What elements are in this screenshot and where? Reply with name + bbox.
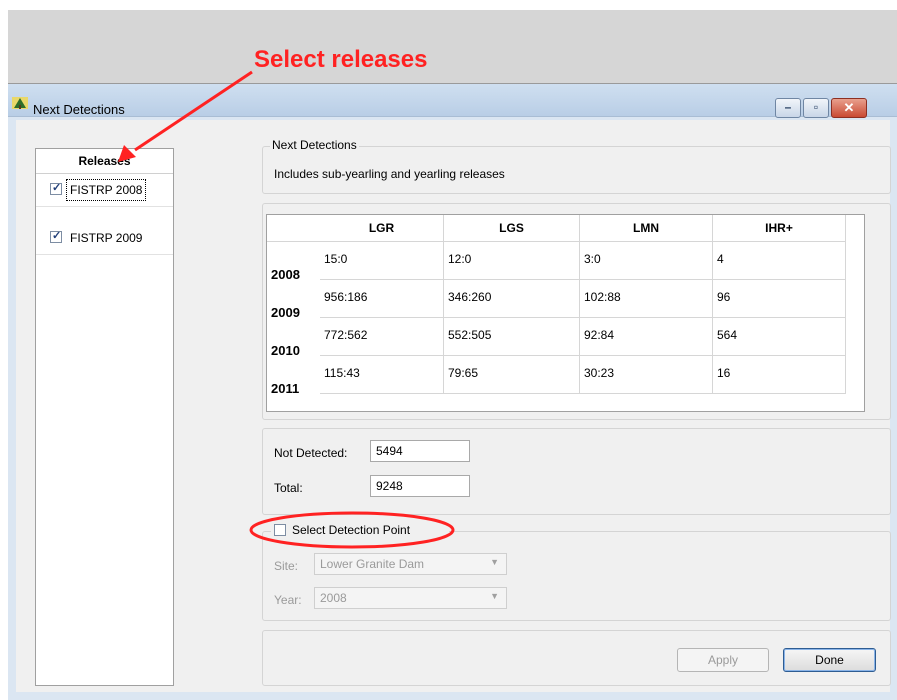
title-bar[interactable]: Next Detections – ▫ ✕ — [8, 84, 897, 118]
table-cell[interactable]: 30:23 — [580, 356, 713, 394]
annotation-circle — [249, 511, 455, 549]
not-detected-field[interactable]: 5494 — [370, 440, 470, 462]
not-detected-label: Not Detected: — [274, 446, 348, 460]
screenshot-background-strip — [8, 10, 897, 84]
release-checkbox[interactable]: ✓ — [50, 182, 62, 195]
done-button[interactable]: Done — [783, 648, 876, 672]
annotation-select-releases: Select releases — [254, 46, 428, 73]
close-button[interactable]: ✕ — [831, 98, 867, 118]
description-text: Includes sub-yearling and yearling relea… — [274, 167, 505, 181]
table-cell[interactable]: 79:65 — [444, 356, 580, 394]
row-header-year: 2008 — [271, 267, 300, 282]
table-corner — [267, 215, 321, 242]
tree-icon — [12, 97, 28, 109]
maximize-button[interactable]: ▫ — [803, 98, 829, 118]
table-cell[interactable]: 564 — [713, 318, 846, 356]
table-cell[interactable]: 4 — [713, 242, 846, 280]
total-field[interactable]: 9248 — [370, 475, 470, 497]
table-cell[interactable]: 92:84 — [580, 318, 713, 356]
release-checkbox[interactable]: ✓ — [50, 230, 62, 243]
table-cell[interactable]: 16 — [713, 356, 846, 394]
apply-button[interactable]: Apply — [677, 648, 769, 672]
maximize-icon: ▫ — [813, 100, 819, 114]
year-select-value: 2008 — [320, 591, 347, 605]
chevron-down-icon: ▼ — [490, 591, 499, 601]
total-label: Total: — [274, 481, 303, 495]
column-header-lgr[interactable]: LGR — [320, 215, 444, 242]
row-header-year: 2009 — [271, 305, 300, 320]
column-header-lmn[interactable]: LMN — [580, 215, 713, 242]
release-item-fistrp-2008[interactable]: ✓ FISTRP 2008 — [36, 174, 173, 207]
year-select[interactable]: 2008 ▼ — [314, 587, 507, 609]
table-cell[interactable]: 346:260 — [444, 280, 580, 318]
releases-column-header[interactable]: Releases — [36, 149, 173, 174]
summary-group — [262, 428, 891, 515]
site-select[interactable]: Lower Granite Dam ▼ — [314, 553, 507, 575]
release-label: FISTRP 2009 — [70, 231, 143, 245]
window-title: Next Detections — [33, 102, 125, 117]
table-cell[interactable]: 552:505 — [444, 318, 580, 356]
minimize-icon: – — [784, 100, 792, 114]
releases-list[interactable]: Releases ✓ FISTRP 2008 ✓ FISTRP 2009 — [35, 148, 174, 686]
table-cell[interactable]: 115:43 — [320, 356, 444, 394]
detections-table[interactable]: LGR LGS LMN IHR+ 2008 15:0 12:0 3:0 4 20… — [266, 214, 865, 412]
minimize-button[interactable]: – — [775, 98, 801, 118]
table-cell[interactable]: 3:0 — [580, 242, 713, 280]
table-cell[interactable]: 102:88 — [580, 280, 713, 318]
chevron-down-icon: ▼ — [490, 557, 499, 567]
next-detections-group-title: Next Detections — [270, 138, 359, 152]
table-cell[interactable]: 15:0 — [320, 242, 444, 280]
column-header-ihr[interactable]: IHR+ — [713, 215, 846, 242]
check-icon: ✓ — [52, 182, 62, 194]
site-select-value: Lower Granite Dam — [320, 557, 425, 571]
table-cell[interactable]: 772:562 — [320, 318, 444, 356]
row-header-year: 2010 — [271, 343, 300, 358]
column-header-lgs[interactable]: LGS — [444, 215, 580, 242]
site-label: Site: — [274, 559, 299, 573]
table-cell[interactable]: 96 — [713, 280, 846, 318]
table-cell[interactable]: 12:0 — [444, 242, 580, 280]
release-label: FISTRP 2008 — [65, 179, 147, 201]
release-item-fistrp-2009[interactable]: ✓ FISTRP 2009 — [36, 222, 173, 255]
row-header-year: 2011 — [271, 381, 300, 396]
table-cell[interactable]: 956:186 — [320, 280, 444, 318]
year-label: Year: — [274, 593, 302, 607]
check-icon: ✓ — [52, 230, 62, 242]
close-icon: ✕ — [843, 100, 855, 115]
